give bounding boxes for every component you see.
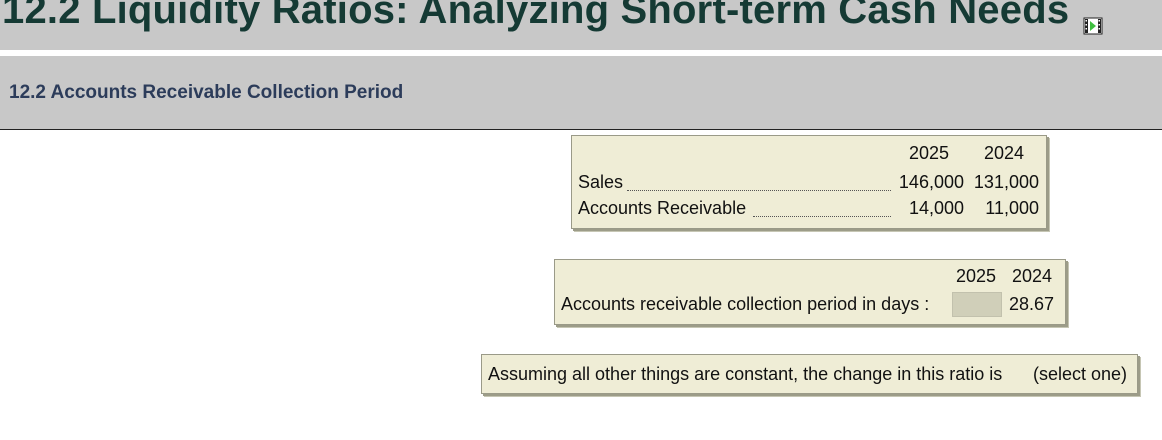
title-bar: 12.2 Liquidity Ratios: Analyzing Short-t… <box>0 0 1162 50</box>
sales-2024-value: 131,000 <box>973 172 1039 192</box>
dotted-leader <box>753 216 891 217</box>
film-play-icon[interactable] <box>1083 0 1103 35</box>
question-prompt: Assuming all other things are constant, … <box>488 364 1003 384</box>
ratio-year-header-2025: 2025 <box>956 266 997 286</box>
dotted-leader <box>627 190 891 191</box>
data-table-panel: 2025 2024 Sales 146,000 131,000 Accounts… <box>571 135 1047 229</box>
ratio-panel: 2025 2024 Accounts receivable collection… <box>554 259 1066 325</box>
ratio-year-header-2024: 2024 <box>1012 266 1053 286</box>
page-title-row: 12.2 Liquidity Ratios: Analyzing Short-t… <box>2 0 1103 35</box>
change-select[interactable]: (select one) <box>1033 364 1127 385</box>
row-label-sales: Sales <box>578 172 624 192</box>
section-title: 12.2 Accounts Receivable Collection Peri… <box>9 82 404 103</box>
year-header-2024: 2024 <box>984 143 1025 163</box>
question-panel: Assuming all other things are constant, … <box>481 354 1138 394</box>
sales-2025-value: 146,000 <box>898 172 964 192</box>
ar-2024-value: 11,000 <box>985 198 1039 218</box>
section-header: 12.2 Accounts Receivable Collection Peri… <box>0 56 1162 130</box>
page-title: 12.2 Liquidity Ratios: Analyzing Short-t… <box>2 0 1070 32</box>
year-header-2025: 2025 <box>909 143 950 163</box>
collection-period-2025-input[interactable] <box>952 292 1002 317</box>
row-label-accounts-receivable: Accounts Receivable <box>578 198 747 218</box>
ar-2025-value: 14,000 <box>908 198 964 218</box>
ratio-label: Accounts receivable collection period in… <box>561 294 930 314</box>
collection-period-2024-value: 28.67 <box>1008 294 1054 314</box>
